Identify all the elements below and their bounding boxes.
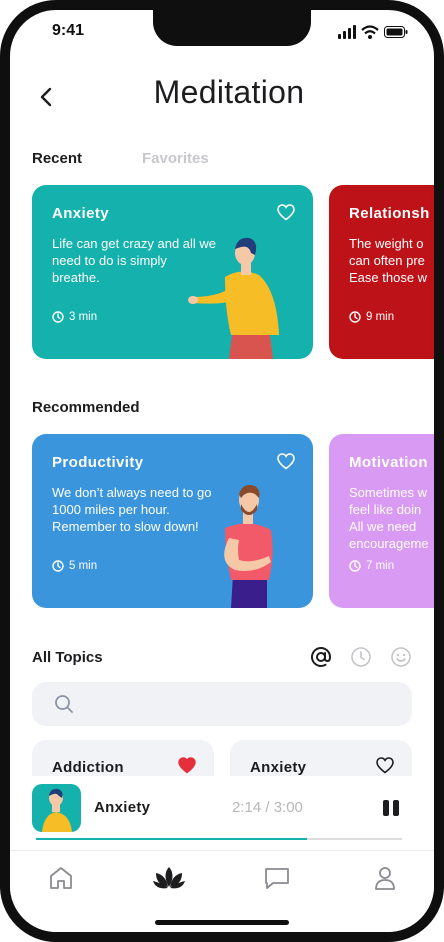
search-icon — [55, 695, 73, 713]
lotus-icon — [153, 867, 185, 889]
section-all-topics: All Topics — [32, 649, 103, 666]
card-description: We don’t always need to go 1000 miles pe… — [52, 485, 212, 534]
home-indicator — [155, 920, 289, 925]
card-title: Motivation — [349, 454, 428, 471]
card-motivation[interactable]: Motivation Sometimes w feel like doin Al… — [329, 434, 434, 608]
player-title: Anxiety — [94, 799, 151, 816]
home-icon — [50, 867, 72, 889]
card-duration-label: 3 min — [69, 311, 98, 323]
heart-icon[interactable] — [376, 757, 394, 774]
clock-icon — [52, 311, 64, 323]
search-input[interactable] — [32, 682, 412, 726]
card-duration-label: 7 min — [366, 560, 395, 572]
topic-label: Addiction — [52, 759, 124, 776]
person-illustration — [224, 485, 273, 608]
topic-filter-icons — [310, 646, 412, 668]
mini-player[interactable]: Anxiety 2:14 / 3:00 — [10, 776, 434, 850]
person-illustration — [188, 237, 279, 359]
at-icon[interactable] — [310, 646, 332, 668]
player-progress-track[interactable] — [36, 838, 402, 840]
card-duration: 7 min — [349, 560, 394, 572]
card-relationships[interactable]: Relationsh The weight o can often pre Ea… — [329, 185, 434, 359]
card-title: Anxiety — [52, 205, 109, 222]
status-icons — [338, 25, 408, 39]
profile-icon — [375, 867, 395, 890]
card-title: Productivity — [52, 454, 144, 471]
signal-icon — [338, 25, 356, 39]
tab-favorites[interactable]: Favorites — [142, 150, 209, 167]
pause-icon[interactable] — [382, 800, 400, 816]
player-time: 2:14 / 3:00 — [232, 799, 303, 816]
tab-meditate[interactable] — [151, 863, 187, 893]
card-description: The weight o can often pre Ease those w — [349, 236, 428, 285]
card-duration: 3 min — [52, 311, 97, 323]
tab-messages[interactable] — [259, 863, 295, 893]
tab-profile[interactable] — [367, 863, 403, 893]
player-thumbnail — [32, 784, 81, 832]
wifi-icon — [361, 25, 379, 39]
topic-label: Anxiety — [250, 759, 307, 776]
tab-recent[interactable]: Recent — [32, 150, 82, 167]
clock-icon[interactable] — [350, 646, 372, 668]
heart-icon[interactable] — [277, 204, 295, 221]
notch — [153, 10, 311, 46]
tab-home[interactable] — [43, 863, 79, 893]
card-duration-label: 9 min — [366, 311, 395, 323]
phone-screen: 9:41 Meditation Recent Favorites Anxiety… — [0, 0, 444, 942]
clock-icon — [52, 560, 64, 572]
section-recommended: Recommended — [32, 399, 140, 416]
card-anxiety[interactable]: Anxiety Life can get crazy and all we ne… — [32, 185, 313, 359]
battery-icon — [384, 26, 408, 38]
card-productivity[interactable]: Productivity We don’t always need to go … — [32, 434, 313, 608]
card-duration: 9 min — [349, 311, 394, 323]
page-title: Meditation — [153, 74, 305, 110]
clock-icon — [349, 311, 361, 323]
card-description: Sometimes w feel like doin All we need e… — [349, 485, 429, 551]
player-progress-fill — [36, 838, 307, 840]
card-title: Relationsh — [349, 205, 430, 222]
card-duration: 5 min — [52, 560, 97, 572]
clock-icon — [349, 560, 361, 572]
card-duration-label: 5 min — [69, 560, 98, 572]
heart-icon[interactable] — [178, 757, 196, 774]
smile-icon[interactable] — [390, 646, 412, 668]
chat-icon — [265, 868, 289, 889]
status-time: 9:41 — [52, 22, 85, 39]
heart-icon[interactable] — [277, 453, 295, 470]
